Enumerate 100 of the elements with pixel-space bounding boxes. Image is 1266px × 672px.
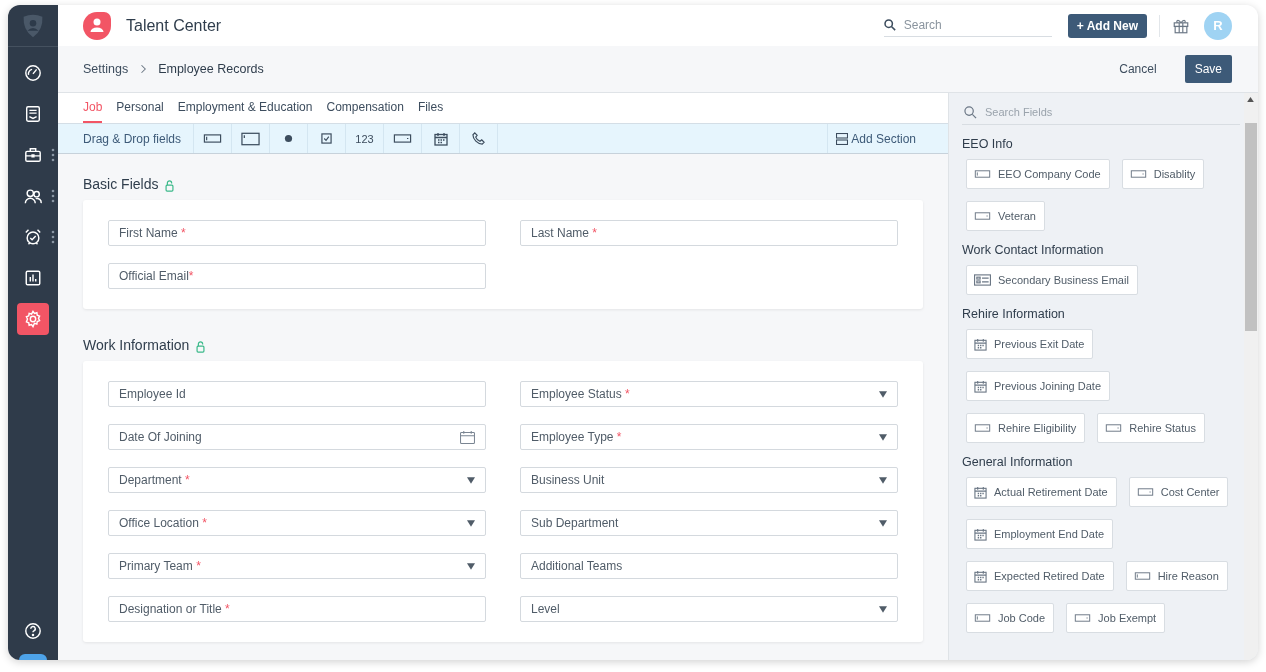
text-area-icon	[241, 131, 261, 146]
more-icon[interactable]	[51, 230, 55, 244]
dropdown-field-icon	[1136, 488, 1154, 496]
field-chip[interactable]: Disablity	[1121, 159, 1205, 189]
form-field[interactable]: Designation or Title *	[108, 596, 486, 622]
calendar-icon	[974, 569, 987, 583]
more-icon[interactable]	[51, 148, 55, 162]
briefcase-icon	[24, 146, 42, 164]
unlock-icon[interactable]	[196, 341, 206, 353]
field-chip[interactable]: Previous Joining Date	[966, 371, 1110, 401]
text-field-icon	[974, 170, 991, 178]
field-chip[interactable]: EEO Company Code	[966, 159, 1110, 189]
people-icon	[24, 187, 42, 205]
field-chip[interactable]: Expected Retired Date	[966, 561, 1114, 591]
dropdown-field-icon	[974, 424, 991, 432]
card-field-icon	[974, 274, 991, 286]
alarm-clock-icon	[24, 228, 42, 246]
calendar-icon	[974, 485, 987, 499]
form-field[interactable]: Department *	[108, 467, 486, 493]
breadcrumb-item: Employee Records	[158, 62, 264, 76]
save-button[interactable]: Save	[1184, 55, 1232, 83]
group-title: Work Contact Information	[962, 243, 1105, 257]
group-title: EEO Info	[962, 137, 1014, 151]
form-field[interactable]: Official Email*	[108, 263, 486, 289]
dropdown-field-icon	[974, 212, 991, 220]
search-icon	[883, 19, 896, 31]
tab[interactable]: Files	[417, 93, 444, 123]
form-field[interactable]: Date Of Joining	[108, 424, 486, 450]
add-new-button[interactable]: + Add New	[1067, 13, 1147, 38]
field-chip[interactable]: Cost Center	[1128, 477, 1229, 507]
document-icon	[24, 105, 42, 123]
section-title: Work Information	[83, 337, 190, 353]
form-field[interactable]: Employee Status *	[520, 381, 898, 407]
form-field[interactable]: Level	[520, 596, 898, 622]
text-field-icon	[1133, 572, 1151, 580]
form-field[interactable]: Primary Team *	[108, 553, 486, 579]
field-chip[interactable]: Veteran	[966, 201, 1045, 231]
form-field[interactable]: Sub Department	[520, 510, 898, 536]
dropdown-caret-icon	[879, 605, 887, 613]
gauge-icon	[24, 64, 42, 82]
calendar-icon	[974, 527, 987, 541]
text-field-icon	[974, 614, 991, 622]
app-switcher[interactable]	[19, 654, 47, 660]
section-icon	[836, 132, 849, 145]
group-title: Rehire Information	[962, 307, 1066, 321]
dropdown-caret-icon	[879, 519, 887, 527]
form-field[interactable]: Additional Teams	[520, 553, 898, 579]
field-chip[interactable]: Rehire Eligibility	[966, 413, 1086, 443]
field-chip[interactable]: Secondary Business Email	[966, 265, 1138, 295]
unlock-icon[interactable]	[165, 180, 175, 192]
user-logo-icon	[82, 10, 112, 41]
field-chip[interactable]: Actual Retirement Date	[966, 477, 1117, 507]
form-field[interactable]: Employee Id	[108, 381, 486, 407]
form-field[interactable]: First Name *	[108, 220, 486, 246]
scrollbar-thumb[interactable]	[1245, 123, 1257, 331]
field-type-tool[interactable]: 123	[346, 124, 385, 153]
toolbar-label: Drag & Drop fields	[58, 124, 195, 153]
add-section-button[interactable]: Add Section	[827, 124, 948, 153]
section-title: Basic Fields	[83, 176, 159, 192]
breadcrumb-item[interactable]: Settings	[83, 62, 129, 76]
search-fields-field[interactable]: Search Fields	[983, 105, 1187, 119]
scroll-up-icon[interactable]	[1247, 97, 1254, 102]
form-field[interactable]: Employee Type *	[520, 424, 898, 450]
tab[interactable]: Compensation	[326, 93, 404, 123]
dropdown-caret-icon	[467, 476, 475, 484]
field-chip[interactable]: Previous Exit Date	[966, 329, 1094, 359]
search-icon	[964, 105, 977, 119]
calendar-icon	[974, 337, 987, 351]
field-chip[interactable]: Job Exempt	[1066, 603, 1166, 633]
help-icon[interactable]	[24, 622, 42, 640]
dropdown-caret-icon	[467, 562, 475, 570]
tab[interactable]: Employment & Education	[177, 93, 313, 123]
dropdown-field-icon	[1129, 170, 1147, 178]
calendar-icon	[460, 430, 475, 444]
field-chip[interactable]: Hire Reason	[1125, 561, 1228, 591]
dropdown-caret-icon	[879, 390, 887, 398]
bar-chart-icon	[24, 269, 42, 287]
field-chip[interactable]: Rehire Status	[1097, 413, 1205, 443]
form-field[interactable]: Business Unit	[520, 467, 898, 493]
dropdown-caret-icon	[879, 433, 887, 441]
dropdown-caret-icon	[467, 519, 475, 527]
more-icon[interactable]	[51, 189, 55, 203]
cancel-button[interactable]: Cancel	[1113, 61, 1163, 77]
search-field[interactable]: Search	[901, 17, 1046, 33]
form-field[interactable]: Office Location *	[108, 510, 486, 536]
form-field[interactable]: Last Name *	[520, 220, 898, 246]
dropdown-caret-icon	[879, 476, 887, 484]
field-chip[interactable]: Employment End Date	[966, 519, 1114, 549]
dropdown-field-icon	[1074, 614, 1092, 622]
radio-icon	[284, 134, 294, 143]
field-chip[interactable]: Job Code	[966, 603, 1055, 633]
calendar-icon	[974, 379, 987, 393]
phone-icon	[472, 132, 486, 145]
dropdown-field-icon	[1105, 424, 1123, 432]
tab[interactable]: Personal	[116, 93, 164, 123]
group-title: General Information	[962, 455, 1074, 469]
chevron-right-icon	[140, 64, 147, 74]
calendar-icon	[433, 131, 448, 146]
settings-icon	[24, 310, 42, 328]
checkbox-icon	[321, 133, 333, 144]
